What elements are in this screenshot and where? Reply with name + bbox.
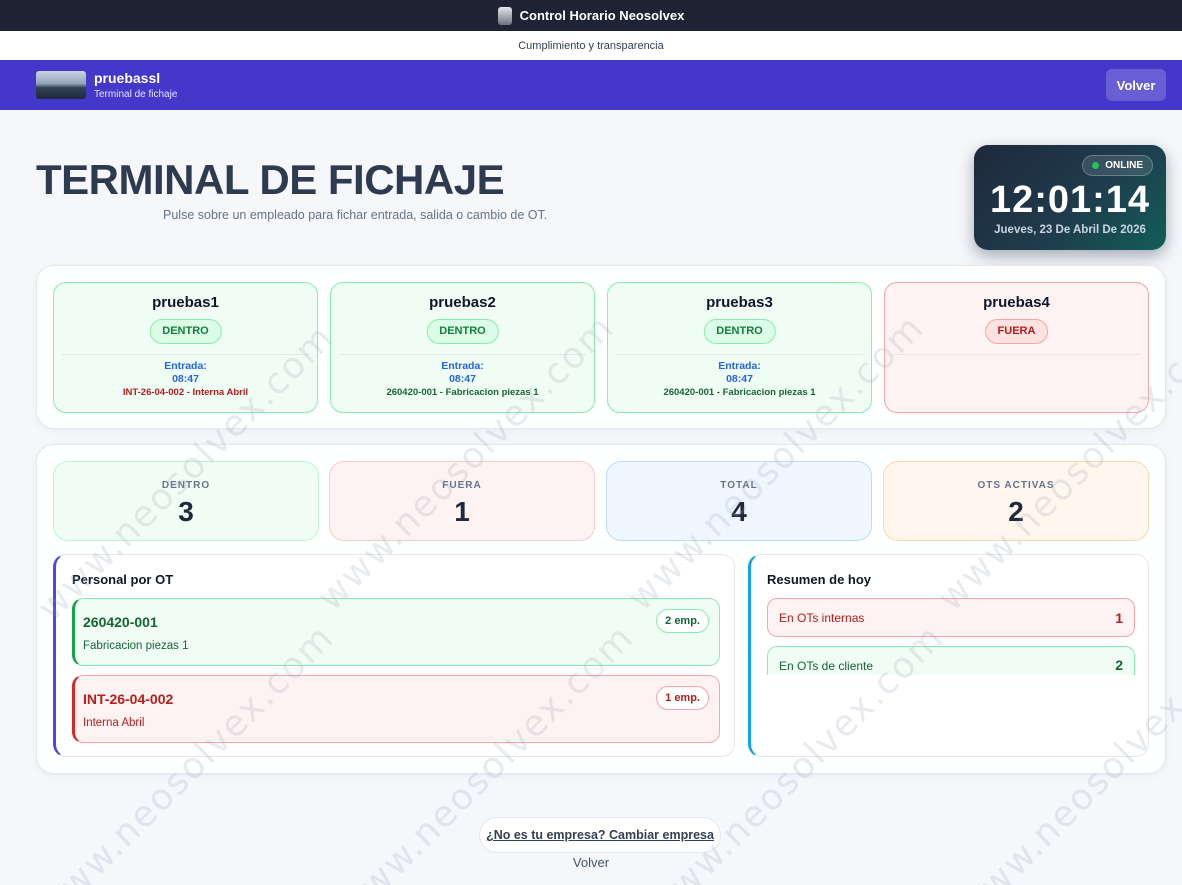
employee-name: pruebas1 [152, 294, 219, 311]
stat-active-ots: OTS ACTIVAS 2 [883, 461, 1149, 541]
entry-time: 08:47 [449, 373, 476, 385]
clock-date: Jueves, 23 De Abril De 2026 [994, 224, 1146, 236]
entry-label: Entrada: [164, 360, 207, 372]
stat-value: 3 [178, 496, 194, 527]
ot-code: INT-26-04-002 [83, 691, 174, 707]
ot-employee-count: 1 emp. [656, 686, 709, 710]
box-title: Personal por OT [72, 572, 174, 587]
divider [616, 354, 863, 355]
back-button[interactable]: Volver [1106, 69, 1166, 101]
stat-inside: DENTRO 3 [53, 461, 319, 541]
employee-ot: INT-26-04-002 - Interna Abril [122, 387, 249, 398]
entry-time: 08:47 [172, 373, 199, 385]
clock-time: 12:01:14 [989, 179, 1151, 221]
stat-total: TOTAL 4 [606, 461, 872, 541]
stat-label: DENTRO [161, 480, 211, 491]
employee-ot: 260420-001 - Fabricacion piezas 1 [663, 387, 816, 398]
stat-label: TOTAL [720, 480, 758, 491]
change-company-link[interactable]: ¿No es tu empresa? Cambiar empresa [479, 817, 721, 853]
app-title: Control Horario Neosolvex [519, 8, 685, 23]
employee-card-pruebas1[interactable]: pruebas1 DENTRO Entrada: 08:47 INT-26-04… [53, 282, 318, 413]
summary-value: 2 [1115, 657, 1123, 673]
personal-por-ot-box: Personal por OT 260420-001 Fabricacion p… [53, 554, 735, 757]
summary-value: 1 [1115, 610, 1123, 626]
status-badge: DENTRO [426, 319, 499, 344]
company-name: pruebassl [94, 70, 161, 86]
clock-widget: ONLINE 12:01:14 Jueves, 23 De Abril De 2… [974, 145, 1166, 250]
company-header: pruebassl Terminal de fichaje Volver [0, 60, 1182, 110]
box-title: Resumen de hoy [767, 572, 872, 587]
summary-client: En OTs de cliente 2 [767, 646, 1135, 675]
stat-value: 2 [1008, 496, 1024, 527]
stat-label: FUERA [442, 480, 482, 491]
stat-value: 1 [454, 496, 470, 527]
status-badge: DENTRO [149, 319, 222, 344]
employee-ot: 260420-001 - Fabricacion piezas 1 [386, 387, 539, 398]
company-image [36, 71, 86, 99]
ot-description: Interna Abril [83, 717, 145, 729]
ot-code: 260420-001 [83, 614, 158, 630]
status-badge: FUERA [984, 319, 1049, 344]
ot-description: Fabricacion piezas 1 [83, 640, 189, 652]
status-dot-icon [1092, 162, 1100, 169]
employee-name: pruebas2 [429, 294, 496, 311]
status-badge: DENTRO [703, 319, 776, 344]
ot-employee-count: 2 emp. [656, 609, 709, 633]
entry-label: Entrada: [718, 360, 761, 372]
employee-card-pruebas2[interactable]: pruebas2 DENTRO Entrada: 08:47 260420-00… [330, 282, 595, 413]
ot-item-internal[interactable]: INT-26-04-002 Interna Abril 1 emp. [72, 675, 720, 743]
footer-back-link[interactable]: Volver [0, 855, 1182, 870]
employee-name: pruebas3 [706, 294, 773, 311]
top-bar: Control Horario Neosolvex [0, 0, 1182, 31]
employee-card-pruebas4[interactable]: pruebas4 FUERA [884, 282, 1149, 413]
divider [339, 354, 586, 355]
summary-label: En OTs de cliente [779, 659, 874, 673]
online-badge: ONLINE [1082, 155, 1153, 176]
sub-bar: Cumplimiento y transparencia [0, 31, 1182, 60]
entry-label: Entrada: [441, 360, 484, 372]
employee-card-pruebas3[interactable]: pruebas3 DENTRO Entrada: 08:47 260420-00… [607, 282, 872, 413]
resumen-box: Resumen de hoy En OTs internas 1 En OTs … [748, 554, 1149, 757]
employee-name: pruebas4 [983, 294, 1050, 311]
divider [62, 354, 309, 355]
entry-time: 08:47 [726, 373, 753, 385]
tagline: Cumplimiento y transparencia [518, 39, 664, 52]
stat-value: 4 [731, 496, 747, 527]
stat-label: OTS ACTIVAS [977, 480, 1055, 491]
stat-outside: FUERA 1 [329, 461, 595, 541]
page-title: TERMINAL DE FICHAJE [36, 156, 505, 203]
ot-item-client[interactable]: 260420-001 Fabricacion piezas 1 2 emp. [72, 598, 720, 666]
summary-internal: En OTs internas 1 [767, 598, 1135, 637]
divider [893, 354, 1140, 355]
summary-label: En OTs internas [779, 611, 865, 625]
page-description: Pulse sobre un empleado para fichar entr… [163, 208, 548, 222]
header-subtitle: Terminal de fichaje [94, 89, 178, 100]
neosolvex-logo-icon [497, 6, 512, 25]
online-label: ONLINE [1105, 160, 1143, 171]
